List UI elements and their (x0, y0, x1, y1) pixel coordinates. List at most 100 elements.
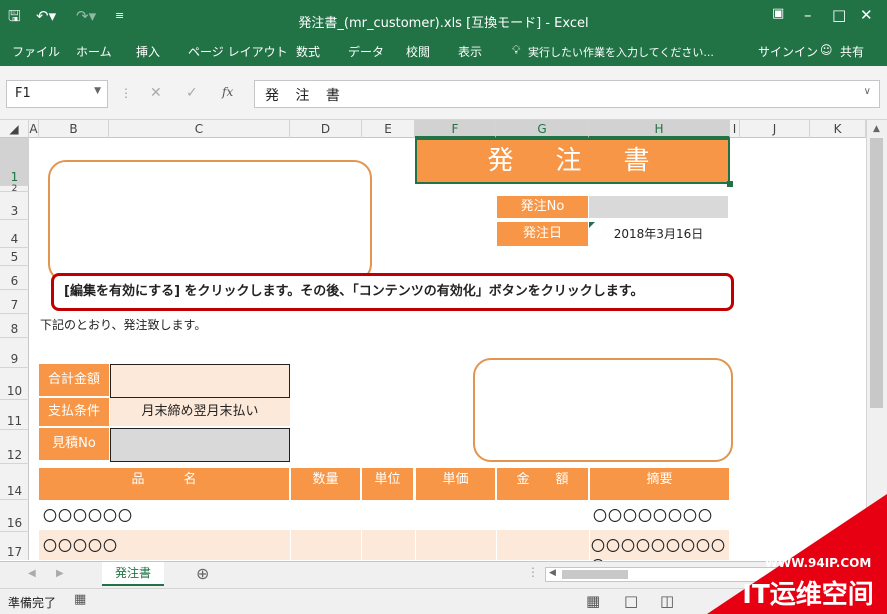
item-name-cell: 〇〇〇〇〇 (43, 539, 118, 555)
order-no-value[interactable] (589, 196, 728, 218)
tab-insert[interactable]: 挿入 (136, 43, 160, 60)
add-sheet-icon[interactable]: ⊕ (196, 564, 209, 583)
title-bar: 🖫 ↶▾ ↷▾ ≡ 発注書_(mr_customer).xls [互換モード] … (0, 0, 887, 36)
prev-sheet-icon[interactable]: ◀ (28, 568, 36, 579)
col-header-g[interactable]: G (496, 120, 589, 138)
col-header-j[interactable]: J (740, 120, 810, 138)
watermark-brand: IT运维空间 (742, 580, 874, 610)
table-header-amount: 金 額 (497, 468, 588, 500)
h-scroll-thumb[interactable] (562, 570, 628, 579)
item-name-cell: 〇〇〇〇〇〇 (43, 509, 133, 525)
table-header-unit: 単位 (362, 468, 413, 500)
row-header[interactable]: 8 (0, 314, 29, 338)
col-header-h[interactable]: H (589, 120, 730, 138)
row-header[interactable]: 11 (0, 400, 29, 430)
tab-file[interactable]: ファイル (12, 43, 60, 60)
formula-input[interactable]: 発 注 書 ∨ (254, 80, 880, 108)
column-divider (290, 500, 291, 560)
watermark-url: WWW.94IP.COM (764, 556, 872, 570)
row-header[interactable]: 17 (0, 532, 29, 560)
col-header-e[interactable]: E (362, 120, 415, 138)
column-divider (415, 500, 416, 560)
share-button[interactable]: 共有 (840, 43, 864, 60)
page-layout-view-icon[interactable]: □ (624, 592, 638, 610)
estimate-value[interactable] (110, 428, 290, 462)
sign-in-link[interactable]: サインイン (758, 43, 818, 60)
intro-text: 下記のとおり、発注致します。 (40, 318, 207, 332)
col-header-c[interactable]: C (109, 120, 290, 138)
formula-content: 発 注 書 (265, 88, 346, 104)
row-header[interactable]: 4 (0, 220, 29, 248)
col-header-a[interactable]: A (29, 120, 39, 138)
comment-indicator-icon (589, 222, 595, 228)
stamp-box[interactable] (473, 358, 733, 462)
payment-value[interactable]: 月末締め翌月末払い (110, 398, 290, 426)
col-header-i[interactable]: I (730, 120, 740, 138)
col-header-b[interactable]: B (39, 120, 109, 138)
sheet-title-cell[interactable]: 発 注 書 (415, 138, 730, 184)
order-date-value[interactable]: 2018年3月16日 (589, 222, 728, 246)
expand-formula-icon[interactable]: ∨ (864, 86, 871, 97)
row-header[interactable]: 7 (0, 290, 29, 314)
scroll-thumb[interactable] (870, 138, 883, 408)
name-box-value: F1 (15, 86, 31, 101)
row-header[interactable]: 12 (0, 430, 29, 464)
scroll-up-icon[interactable]: ▲ (873, 124, 880, 134)
close-icon[interactable]: ✕ (860, 6, 873, 24)
row-header[interactable]: 5 (0, 248, 29, 266)
lightbulb-icon: 💡︎ (512, 43, 521, 57)
tab-data[interactable]: データ (348, 43, 384, 60)
order-no-label: 発注No (497, 196, 588, 218)
tab-formulas[interactable]: 数式 (296, 43, 320, 60)
tab-page-layout[interactable]: ページ レイアウト (188, 43, 288, 60)
table-row[interactable]: 〇〇〇〇〇〇 〇〇〇〇〇〇〇〇 (39, 500, 729, 530)
total-value[interactable] (110, 364, 290, 398)
tab-view[interactable]: 表示 (458, 43, 482, 60)
row-header[interactable]: 14 (0, 464, 29, 500)
normal-view-icon[interactable]: ▦ (586, 592, 600, 610)
row-header[interactable]: 3 (0, 192, 29, 220)
row-header[interactable]: 6 (0, 266, 29, 290)
address-box[interactable] (48, 160, 372, 282)
tab-review[interactable]: 校閲 (406, 43, 430, 60)
cancel-icon[interactable]: ✕ (150, 85, 162, 101)
row-header[interactable]: 1 (0, 138, 29, 186)
chevron-down-icon[interactable]: ▼ (94, 86, 101, 96)
window-title: 発注書_(mr_customer).xls [互換モード] - Excel (298, 16, 589, 31)
person-icon: ☺ (820, 43, 833, 57)
formula-divider-icon: ⋮ (120, 86, 132, 100)
row-headers: 1 2 3 4 5 6 7 8 9 10 11 12 14 16 17 (0, 138, 29, 560)
row-header[interactable]: 16 (0, 500, 29, 532)
next-sheet-icon[interactable]: ▶ (56, 568, 64, 579)
splitter-icon[interactable]: ⋮ (527, 565, 539, 579)
page-break-view-icon[interactable]: ◫ (660, 592, 674, 610)
sheet-tab-active[interactable]: 発注書 (102, 562, 164, 586)
ribbon-tabs: ファイル ホーム 挿入 ページ レイアウト 数式 データ 校閲 表示 💡︎ 実行… (0, 36, 887, 66)
select-all-corner[interactable]: ◢ (0, 120, 29, 138)
tell-me-input[interactable]: 実行したい作業を入力してください... (528, 44, 714, 60)
tab-home[interactable]: ホーム (76, 43, 112, 60)
row-header[interactable]: 9 (0, 338, 29, 368)
col-header-k[interactable]: K (810, 120, 866, 138)
column-divider (496, 500, 497, 560)
maximize-icon[interactable]: □ (832, 6, 846, 24)
table-header-item-name: 品 名 (39, 468, 289, 500)
table-header-unit-price: 単価 (416, 468, 495, 500)
table-header-quantity: 数量 (291, 468, 360, 500)
table-row[interactable]: 〇〇〇〇〇 〇〇〇〇〇〇〇〇〇〇 (39, 530, 729, 575)
col-header-d[interactable]: D (290, 120, 362, 138)
minimize-icon[interactable]: – (804, 6, 812, 24)
column-divider (361, 500, 362, 560)
macro-record-icon[interactable]: ▦ (74, 592, 86, 607)
col-header-f[interactable]: F (415, 120, 496, 138)
status-ready: 準備完了 (8, 596, 57, 610)
insert-function-icon[interactable]: fx (222, 85, 233, 99)
scroll-left-icon[interactable]: ◀ (549, 568, 556, 578)
estimate-label: 見積No (39, 428, 109, 460)
row-header[interactable]: 10 (0, 368, 29, 400)
name-box[interactable]: F1 ▼ (6, 80, 108, 108)
payment-label: 支払条件 (39, 398, 109, 426)
enter-icon[interactable]: ✓ (186, 85, 198, 101)
ribbon-display-icon[interactable]: ▣ (772, 6, 784, 21)
fill-handle[interactable] (727, 181, 733, 187)
